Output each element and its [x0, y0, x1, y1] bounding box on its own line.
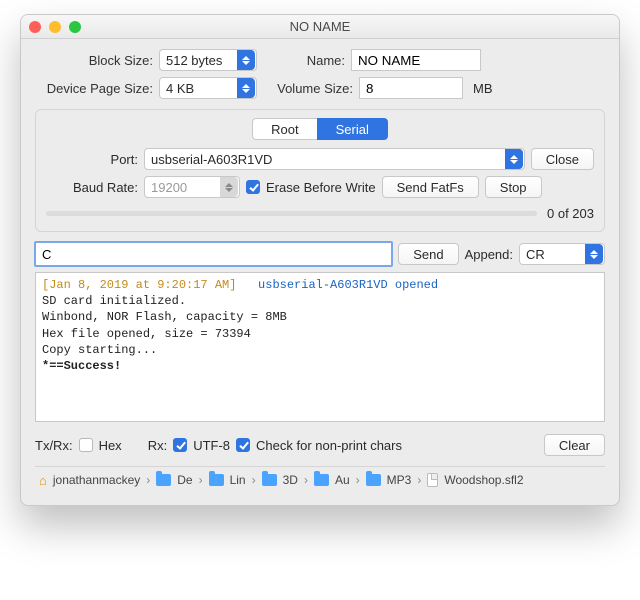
console-line: Hex file opened, size = 73394	[42, 327, 251, 341]
block-size-value: 512 bytes	[166, 53, 233, 68]
utf8-checkbox[interactable]	[173, 438, 187, 452]
send-fatfs-button[interactable]: Send FatFs	[382, 176, 479, 198]
folder-icon	[209, 474, 224, 486]
name-label: Name:	[285, 53, 345, 68]
send-progress-bar	[46, 211, 537, 216]
utf8-label: UTF-8	[193, 438, 230, 453]
chevron-updown-icon	[237, 78, 255, 98]
volume-size-label: Volume Size:	[263, 81, 353, 96]
chevron-updown-icon	[220, 177, 238, 197]
path-item[interactable]: MP3	[387, 473, 412, 487]
content: Block Size: 512 bytes Name: Device Page …	[21, 39, 619, 505]
rx-label: Rx:	[148, 438, 168, 453]
document-icon	[427, 473, 438, 487]
device-page-select[interactable]: 4 KB	[159, 77, 257, 99]
path-bar: ⌂ jonathanmackey › De › Lin › 3D › Au › …	[35, 466, 605, 495]
chevron-updown-icon	[505, 149, 523, 169]
console-line: SD card initialized.	[42, 294, 186, 308]
tab-serial[interactable]: Serial	[317, 118, 388, 140]
port-label: Port:	[46, 152, 138, 167]
console-output[interactable]: [Jan 8, 2019 at 9:20:17 AM] usbserial-A6…	[35, 272, 605, 422]
block-size-label: Block Size:	[35, 53, 153, 68]
command-input[interactable]	[35, 242, 392, 266]
folder-icon	[314, 474, 329, 486]
tab-segment: Root Serial	[46, 118, 594, 140]
hex-checkbox[interactable]	[79, 438, 93, 452]
name-input[interactable]	[351, 49, 481, 71]
console-line: Copy starting...	[42, 343, 157, 357]
device-page-value: 4 KB	[166, 81, 233, 96]
baud-value: 19200	[151, 180, 216, 195]
home-icon: ⌂	[39, 474, 47, 487]
chevron-right-icon: ›	[199, 473, 203, 487]
append-value: CR	[526, 247, 581, 262]
device-page-label: Device Page Size:	[35, 81, 153, 96]
erase-before-write-label: Erase Before Write	[266, 180, 376, 195]
chevron-updown-icon	[585, 244, 603, 264]
tab-root[interactable]: Root	[252, 118, 316, 140]
console-open-msg: usbserial-A603R1VD opened	[258, 278, 438, 292]
erase-before-write-checkbox[interactable]	[246, 180, 260, 194]
folder-icon	[262, 474, 277, 486]
path-item[interactable]: jonathanmackey	[53, 473, 140, 487]
append-select[interactable]: CR	[519, 243, 605, 265]
chevron-right-icon: ›	[417, 473, 421, 487]
chevron-right-icon: ›	[356, 473, 360, 487]
baud-label: Baud Rate:	[46, 180, 138, 195]
block-size-select[interactable]: 512 bytes	[159, 49, 257, 71]
txrx-label: Tx/Rx:	[35, 438, 73, 453]
app-window: NO NAME Block Size: 512 bytes Name: Devi…	[20, 14, 620, 506]
send-button[interactable]: Send	[398, 243, 458, 265]
baud-select: 19200	[144, 176, 240, 198]
nonprint-checkbox[interactable]	[236, 438, 250, 452]
path-item[interactable]: Au	[335, 473, 350, 487]
nonprint-label: Check for non-print chars	[256, 438, 402, 453]
path-item[interactable]: Lin	[230, 473, 246, 487]
chevron-updown-icon	[237, 50, 255, 70]
folder-icon	[366, 474, 381, 486]
chevron-right-icon: ›	[146, 473, 150, 487]
volume-size-unit: MB	[473, 81, 493, 96]
port-select[interactable]: usbserial-A603R1VD	[144, 148, 525, 170]
stop-button[interactable]: Stop	[485, 176, 542, 198]
append-label: Append:	[465, 247, 513, 262]
chevron-right-icon: ›	[304, 473, 308, 487]
path-item[interactable]: De	[177, 473, 192, 487]
console-line: *==Success!	[42, 359, 121, 373]
volume-size-input[interactable]	[359, 77, 463, 99]
folder-icon	[156, 474, 171, 486]
window-title: NO NAME	[29, 19, 611, 34]
titlebar[interactable]: NO NAME	[21, 15, 619, 39]
chevron-right-icon: ›	[252, 473, 256, 487]
console-line: Winbond, NOR Flash, capacity = 8MB	[42, 310, 287, 324]
path-file[interactable]: Woodshop.sfl2	[444, 473, 523, 487]
path-item[interactable]: 3D	[283, 473, 298, 487]
close-port-button[interactable]: Close	[531, 148, 594, 170]
console-timestamp: [Jan 8, 2019 at 9:20:17 AM]	[42, 278, 236, 292]
serial-section: Root Serial Port: usbserial-A603R1VD Clo…	[35, 109, 605, 232]
port-value: usbserial-A603R1VD	[151, 152, 501, 167]
progress-text: 0 of 203	[547, 206, 594, 221]
hex-label: Hex	[99, 438, 122, 453]
clear-button[interactable]: Clear	[544, 434, 605, 456]
